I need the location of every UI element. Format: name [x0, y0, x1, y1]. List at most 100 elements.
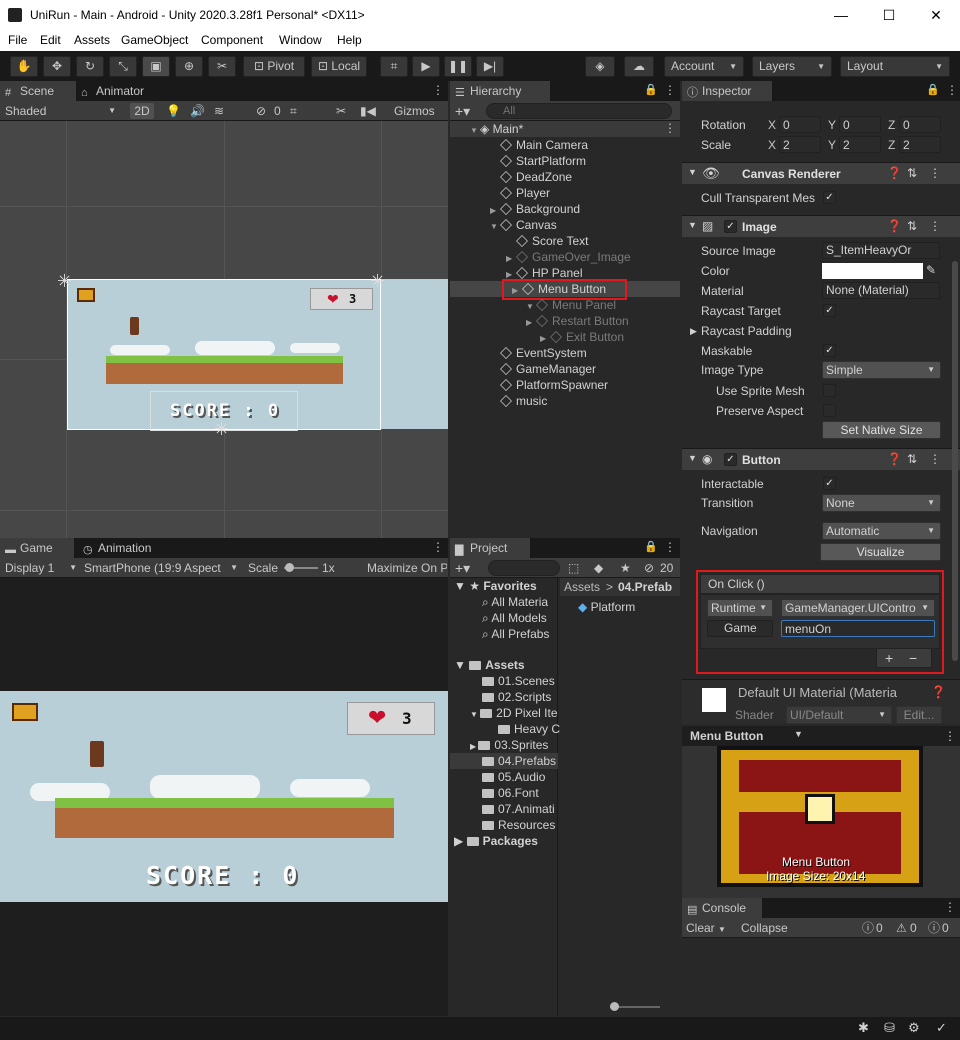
gizmos-dropdown[interactable]: Gizmos — [394, 103, 435, 119]
create-asset-icon[interactable]: +▾ — [455, 560, 470, 576]
lock-icon[interactable]: 🔒 — [644, 540, 658, 553]
scale-tool-icon[interactable]: ⤡ — [109, 56, 137, 77]
tab-animator[interactable]: ⌂ Animator — [76, 81, 166, 101]
hidden-packages-icon[interactable]: ⊘ — [644, 560, 654, 576]
rotation-y-field[interactable] — [839, 116, 881, 133]
favorites-header[interactable]: ▼ ★ Favorites — [454, 578, 537, 594]
filter-type-icon[interactable]: ⬚ — [568, 560, 579, 576]
pivot-toggle[interactable]: ⊡ Pivot — [243, 56, 305, 77]
cache-server-icon[interactable]: ⛁ — [884, 1020, 895, 1036]
console-collapse-button[interactable]: Collapse — [741, 920, 788, 936]
menu-component[interactable]: Component — [201, 33, 263, 47]
hidden-objects-icon[interactable]: ⊘ — [256, 103, 266, 119]
menu-gameobject[interactable]: GameObject — [121, 33, 188, 47]
maximize-on-play-toggle[interactable]: Maximize On P — [367, 560, 447, 576]
hierarchy-search-input[interactable] — [486, 103, 672, 119]
component-menu-icon[interactable]: ⋮ — [929, 452, 941, 466]
mode-2d-toggle[interactable]: 2D — [130, 103, 154, 119]
hierarchy-item-restart-button[interactable]: ▶ Restart Button — [526, 313, 629, 329]
lock-icon[interactable]: 🔒 — [926, 83, 940, 96]
folder-scripts[interactable]: 02.Scripts — [482, 689, 551, 705]
assets-header[interactable]: ▼ Assets — [454, 657, 525, 673]
material-field[interactable]: None (Material) — [822, 282, 940, 299]
game-menu-icon[interactable]: ⋮ — [432, 540, 444, 554]
fav-all-prefabs[interactable]: ⌕ All Prefabs — [482, 626, 549, 642]
cloud-icon[interactable]: ☁ — [624, 56, 654, 77]
project-menu-icon[interactable]: ⋮ — [664, 540, 676, 554]
component-menu-icon[interactable]: ⋮ — [929, 166, 941, 180]
cloud-sync-icon[interactable]: ⚙ — [908, 1020, 920, 1036]
fav-all-materials[interactable]: ⌕ All Materia — [482, 594, 548, 610]
help-icon[interactable]: ❓ — [931, 685, 946, 699]
check-icon[interactable]: ✓ — [936, 1020, 947, 1036]
hierarchy-item-gameover-image[interactable]: ▶ GameOver_Image — [506, 249, 631, 265]
close-button[interactable]: ✕ — [921, 4, 951, 26]
rotate-tool-icon[interactable]: ↻ — [76, 56, 104, 77]
preset-icon[interactable]: ⇅ — [907, 166, 917, 180]
audio-icon[interactable]: 🔊 — [190, 103, 205, 119]
filter-label-icon[interactable]: ◆ — [594, 560, 603, 576]
menu-help[interactable]: Help — [337, 33, 362, 47]
canvas-renderer-header[interactable]: ▼ 👁 Canvas Renderer ❓ ⇅ ⋮ — [682, 162, 960, 184]
menu-window[interactable]: Window — [279, 33, 322, 47]
set-native-size-button[interactable]: Set Native Size — [822, 421, 941, 439]
hand-tool-icon[interactable]: ✋ — [10, 56, 38, 77]
preset-icon[interactable]: ⇅ — [907, 219, 917, 233]
scene-kebab-icon[interactable]: ⋮ — [664, 121, 676, 135]
folder-prefabs[interactable]: 04.Prefabs — [482, 753, 556, 769]
hierarchy-menu-icon[interactable]: ⋮ — [664, 83, 676, 97]
hierarchy-item-deadzone[interactable]: DeadZone — [500, 169, 572, 185]
packages-header[interactable]: ▶ Packages — [454, 833, 538, 849]
raycast-target-checkbox[interactable]: ✓ — [823, 304, 836, 317]
tab-game[interactable]: ▬ Game — [0, 538, 74, 558]
bug-icon[interactable]: ✱ — [858, 1020, 869, 1036]
folder-resources[interactable]: Resources — [482, 817, 555, 833]
inspector-menu-icon[interactable]: ⋮ — [946, 83, 958, 97]
account-dropdown[interactable]: Account — [664, 56, 744, 77]
play-button-icon[interactable]: ▶ — [412, 56, 440, 77]
breadcrumb-prefabs[interactable]: 04.Prefab — [618, 579, 672, 595]
help-icon[interactable]: ❓ — [887, 219, 902, 233]
help-icon[interactable]: ❓ — [887, 166, 902, 180]
use-sprite-mesh-checkbox[interactable] — [823, 384, 836, 397]
hierarchy-item-platformspawner[interactable]: PlatformSpawner — [500, 377, 608, 393]
minimize-button[interactable]: — — [826, 4, 856, 26]
raycast-padding-row[interactable]: ▶ Raycast Padding — [682, 321, 960, 341]
eyedropper-icon[interactable]: ✎ — [926, 263, 936, 277]
hierarchy-item-menu-panel[interactable]: ▼ Menu Panel — [526, 297, 616, 313]
log-info-icon[interactable]: ⓘ — [862, 920, 874, 936]
folder-audio[interactable]: 05.Audio — [482, 769, 545, 785]
hierarchy-item-background[interactable]: ▶ Background — [490, 201, 580, 217]
tab-inspector[interactable]: ⓘ Inspector — [682, 81, 772, 101]
tools-icon[interactable]: ✂ — [336, 103, 346, 119]
display-dropdown[interactable]: Display 1 ▼ — [5, 560, 79, 576]
cull-transparent-checkbox[interactable]: ✓ — [823, 191, 836, 204]
image-type-dropdown[interactable]: Simple — [822, 361, 941, 379]
visualize-button[interactable]: Visualize — [820, 543, 941, 561]
folder-font[interactable]: 06.Font — [482, 785, 539, 801]
hierarchy-item-exit-button[interactable]: ▶ Exit Button — [540, 329, 624, 345]
grid-toggle-icon[interactable]: ⌗ — [290, 103, 297, 119]
hierarchy-item-main[interactable]: ▼ ◈ Main* — [470, 121, 523, 137]
menu-edit[interactable]: Edit — [40, 33, 61, 47]
maskable-checkbox[interactable]: ✓ — [823, 344, 836, 357]
image-header[interactable]: ▼ ▨ ✓ Image ❓ ⇅ ⋮ — [682, 215, 960, 237]
hierarchy-item-gamemanager[interactable]: GameManager — [500, 361, 596, 377]
menu-file[interactable]: File — [8, 33, 27, 47]
tab-scene[interactable]: # Scene — [0, 81, 76, 101]
button-enabled-checkbox[interactable]: ✓ — [724, 453, 737, 466]
collab-icon[interactable]: ◈ — [585, 56, 615, 77]
icon-size-slider-thumb[interactable] — [610, 1002, 619, 1011]
hierarchy-item-startplatform[interactable]: StartPlatform — [500, 153, 586, 169]
local-toggle[interactable]: ⊡ Local — [311, 56, 367, 77]
breadcrumb-assets[interactable]: Assets — [564, 579, 600, 595]
shader-dropdown[interactable]: UI/Default — [786, 706, 892, 724]
hierarchy-item-score-text[interactable]: Score Text — [516, 233, 588, 249]
image-enabled-checkbox[interactable]: ✓ — [724, 220, 737, 233]
layout-dropdown[interactable]: Layout — [840, 56, 950, 77]
favorite-star-icon[interactable]: ★ — [620, 560, 631, 576]
transition-dropdown[interactable]: None — [822, 494, 941, 512]
console-clear-button[interactable]: Clear — [686, 920, 715, 936]
preview-dropdown-icon[interactable]: ▼ — [794, 729, 803, 739]
tab-hierarchy[interactable]: ☰ Hierarchy — [450, 81, 550, 101]
